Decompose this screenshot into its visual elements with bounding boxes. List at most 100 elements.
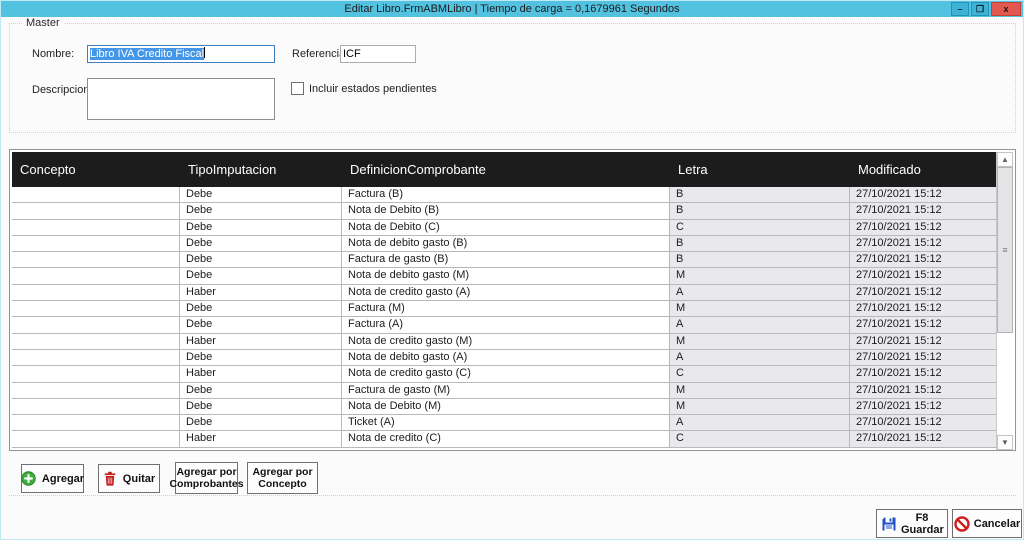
table-cell — [12, 366, 180, 381]
table-cell: Debe — [180, 252, 342, 267]
table-cell — [12, 236, 180, 251]
table-row[interactable]: HaberNota de credito (C)C27/10/2021 15:1… — [12, 431, 996, 447]
table-cell: 27/10/2021 15:12 — [850, 268, 996, 283]
window-title: Editar Libro.FrmABMLibro | Tiempo de car… — [344, 1, 679, 17]
table-row[interactable]: DebeFactura (M)M27/10/2021 15:12 — [12, 301, 996, 317]
table-cell: Debe — [180, 268, 342, 283]
table-cell: Haber — [180, 431, 342, 446]
grid-vertical-scrollbar[interactable]: ▲ ≡ ▼ — [996, 152, 1013, 450]
agregar-por-comprobantes-label: Agregar por Comprobantes — [169, 466, 243, 490]
table-cell: Nota de debito gasto (B) — [342, 236, 670, 251]
table-cell: B — [670, 203, 850, 218]
table-row[interactable]: HaberNota de credito gasto (A)A27/10/202… — [12, 285, 996, 301]
agregar-por-concepto-button[interactable]: Agregar por Concepto — [247, 462, 318, 494]
table-cell — [12, 285, 180, 300]
table-cell: Factura de gasto (B) — [342, 252, 670, 267]
trash-icon — [103, 471, 117, 486]
table-row[interactable]: DebeNota de Debito (M)M27/10/2021 15:12 — [12, 399, 996, 415]
master-groupbox: Master Nombre: Libro IVA Credito Fiscal … — [9, 23, 1016, 133]
table-cell — [12, 399, 180, 414]
table-cell: Nota de Debito (M) — [342, 399, 670, 414]
table-row[interactable]: DebeNota de debito gasto (A)A27/10/2021 … — [12, 350, 996, 366]
table-row[interactable]: DebeNota de debito gasto (B)B27/10/2021 … — [12, 236, 996, 252]
table-cell — [12, 415, 180, 430]
restore-button[interactable]: ❐ — [971, 2, 989, 16]
table-cell: Nota de debito gasto (M) — [342, 268, 670, 283]
scrollbar-thumb[interactable]: ≡ — [997, 167, 1013, 333]
table-row[interactable]: DebeFactura (B)B27/10/2021 15:12 — [12, 187, 996, 203]
table-cell: 27/10/2021 15:12 — [850, 203, 996, 218]
table-row[interactable]: HaberNota de credito gasto (C)C27/10/202… — [12, 366, 996, 382]
conceptos-grid: Concepto TipoImputacion DefinicionCompro… — [9, 149, 1016, 451]
table-cell: Debe — [180, 187, 342, 202]
table-cell: Debe — [180, 203, 342, 218]
table-cell: M — [670, 399, 850, 414]
column-header-letra[interactable]: Letra — [670, 152, 850, 187]
save-icon — [881, 516, 897, 532]
table-cell: A — [670, 415, 850, 430]
table-row[interactable]: DebeFactura de gasto (B)B27/10/2021 15:1… — [12, 252, 996, 268]
column-header-concepto[interactable]: Concepto — [12, 152, 180, 187]
incluir-pendientes-row: Incluir estados pendientes — [291, 82, 437, 95]
table-cell: Nota de credito gasto (M) — [342, 334, 670, 349]
table-cell: 27/10/2021 15:12 — [850, 383, 996, 398]
actions-panel-divider — [9, 495, 1016, 496]
table-cell — [12, 383, 180, 398]
table-row[interactable]: DebeFactura de gasto (M)M27/10/2021 15:1… — [12, 383, 996, 399]
scrollbar-track[interactable] — [997, 333, 1013, 435]
table-cell: Factura (A) — [342, 317, 670, 332]
cancelar-label: Cancelar — [974, 518, 1020, 530]
table-cell: 27/10/2021 15:12 — [850, 350, 996, 365]
table-cell — [12, 301, 180, 316]
table-cell: Nota de Debito (C) — [342, 220, 670, 235]
table-cell — [12, 252, 180, 267]
table-row[interactable]: DebeFactura (A)A27/10/2021 15:12 — [12, 317, 996, 333]
cancelar-button[interactable]: Cancelar — [952, 509, 1022, 538]
descripcion-textarea[interactable] — [87, 78, 275, 120]
column-header-tipoimputacion[interactable]: TipoImputacion — [180, 152, 342, 187]
table-cell: 27/10/2021 15:12 — [850, 285, 996, 300]
incluir-pendientes-checkbox[interactable] — [291, 82, 304, 95]
table-row[interactable]: HaberNota de credito gasto (M)M27/10/202… — [12, 334, 996, 350]
guardar-button[interactable]: F8 Guardar — [876, 509, 948, 538]
scrollbar-up-icon[interactable]: ▲ — [997, 152, 1013, 167]
table-row[interactable]: DebeTicket (A)A27/10/2021 15:12 — [12, 415, 996, 431]
table-row[interactable]: DebeNota de Debito (C)C27/10/2021 15:12 — [12, 220, 996, 236]
close-button[interactable]: x — [991, 2, 1021, 16]
table-row[interactable]: DebeNota de Debito (B)B27/10/2021 15:12 — [12, 203, 996, 219]
column-header-modificado[interactable]: Modificado — [850, 152, 996, 187]
grid-body: DebeFactura (B)B27/10/2021 15:12DebeNota… — [12, 187, 996, 450]
table-cell: Factura (M) — [342, 301, 670, 316]
table-cell: Nota de debito gasto (A) — [342, 350, 670, 365]
table-cell: B — [670, 187, 850, 202]
table-cell — [12, 317, 180, 332]
agregar-button[interactable]: Agregar — [21, 464, 84, 493]
table-cell — [12, 220, 180, 235]
scrollbar-down-icon[interactable]: ▼ — [997, 435, 1013, 450]
table-cell: Debe — [180, 383, 342, 398]
table-cell: 27/10/2021 15:12 — [850, 301, 996, 316]
table-cell: 27/10/2021 15:12 — [850, 415, 996, 430]
table-cell: C — [670, 220, 850, 235]
table-cell: Haber — [180, 285, 342, 300]
table-cell: B — [670, 236, 850, 251]
table-cell: 27/10/2021 15:12 — [850, 220, 996, 235]
guardar-label: F8 Guardar — [901, 512, 943, 536]
agregar-por-concepto-label: Agregar por Concepto — [250, 466, 315, 490]
table-cell: Haber — [180, 366, 342, 381]
master-groupbox-label: Master — [22, 17, 64, 29]
quitar-button[interactable]: Quitar — [98, 464, 160, 493]
descripcion-label: Descripcion: — [32, 84, 93, 96]
agregar-por-comprobantes-button[interactable]: Agregar por Comprobantes — [175, 462, 238, 494]
table-cell: Nota de Debito (B) — [342, 203, 670, 218]
grid-header: Concepto TipoImputacion DefinicionCompro… — [12, 152, 996, 187]
table-row[interactable]: DebeNota de debito gasto (M)M27/10/2021 … — [12, 268, 996, 284]
table-cell: 27/10/2021 15:12 — [850, 334, 996, 349]
column-header-definicioncomprobante[interactable]: DefinicionComprobante — [342, 152, 670, 187]
table-cell: M — [670, 268, 850, 283]
agregar-label: Agregar — [42, 473, 84, 485]
table-cell: Factura (B) — [342, 187, 670, 202]
minimize-button[interactable]: – — [951, 2, 969, 16]
referencia-input[interactable] — [340, 45, 416, 63]
nombre-input[interactable]: Libro IVA Credito Fiscal — [87, 45, 275, 63]
